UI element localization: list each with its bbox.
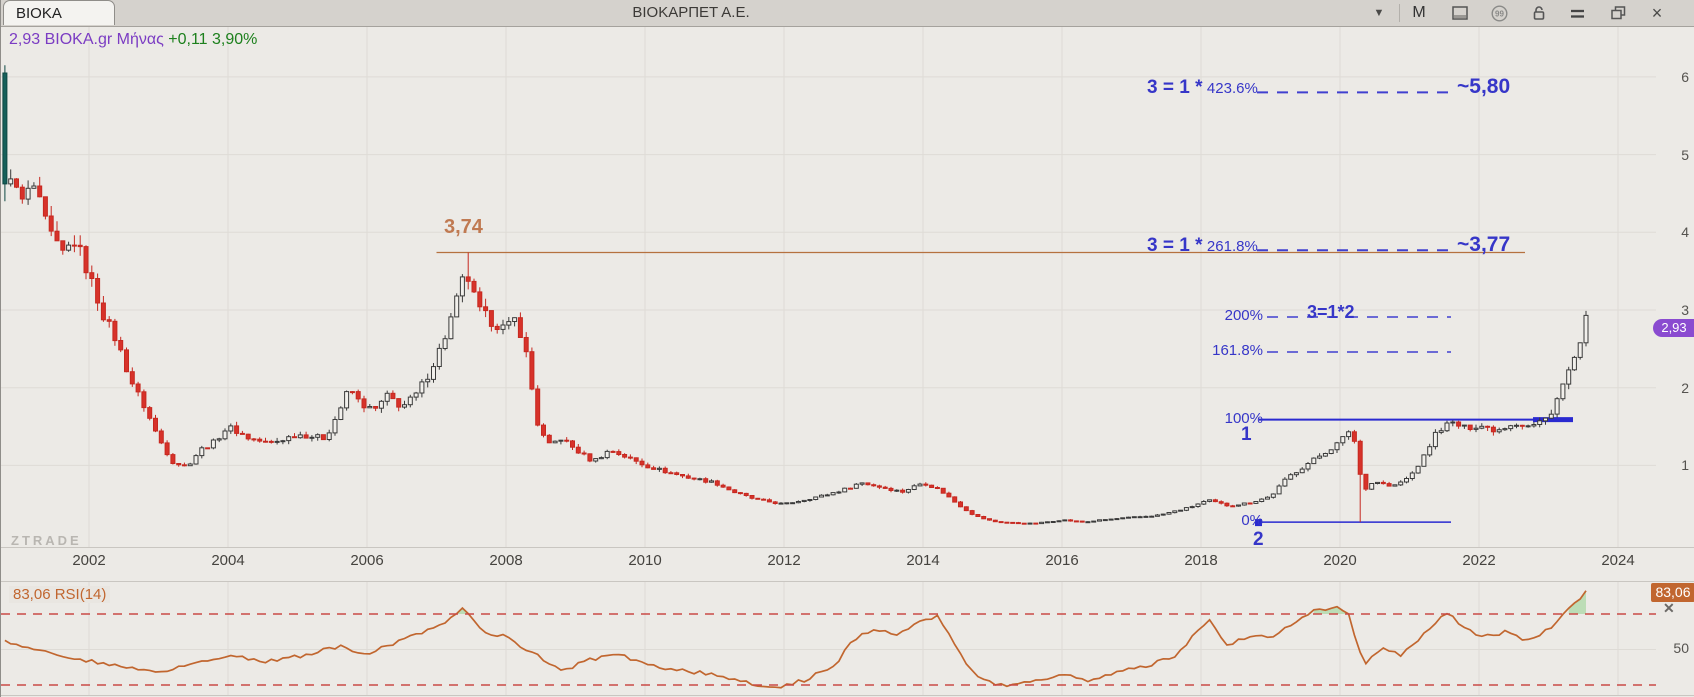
high-price-label[interactable]: 3,74 xyxy=(444,216,483,239)
candlesticks xyxy=(3,65,1588,524)
quote-icon[interactable]: 99 xyxy=(1489,0,1509,26)
last-price-badge: 2,93 xyxy=(1653,319,1694,337)
fib-level-0[interactable]: 0% xyxy=(1193,512,1263,529)
ztrade-watermark: ZTRADE xyxy=(11,533,82,548)
fib-extension-423[interactable]: 3 = 1 * 423.6% xyxy=(1147,77,1258,99)
close-icon[interactable]: × xyxy=(1647,0,1667,26)
restore-window-icon[interactable] xyxy=(1608,0,1628,26)
chart-legend: 2,93 BIOKA.gr Μήνας +0,11 3,90% xyxy=(9,31,257,49)
toolbar-separator xyxy=(1399,4,1400,22)
window-title: ΒΙΟΚΑΡΠΕΤ Α.Ε. xyxy=(1,0,1381,26)
fib-level-200[interactable]: 200% xyxy=(1193,307,1263,324)
legend-main: 2,93 BIOKA.gr Μήνας xyxy=(9,31,164,48)
app-window: BIOKA ΒΙΟΚΑΡΠΕΤ Α.Ε. ▼ M 99 × 2,93 BIOKA… xyxy=(0,0,1694,697)
legend-change: +0,11 3,90% xyxy=(168,31,257,48)
fib-note-3-1-2[interactable]: 3=1*2 xyxy=(1307,302,1355,323)
rsi-mid-tick: 50 xyxy=(1669,640,1689,656)
rsi-legend[interactable]: 83,06 RSI(14) xyxy=(9,586,110,603)
lines-menu-icon[interactable] xyxy=(1567,0,1587,26)
unlock-icon[interactable] xyxy=(1529,0,1549,26)
fib-target-580[interactable]: ~5,80 xyxy=(1457,75,1510,99)
wave-marker-1[interactable]: 1 xyxy=(1241,424,1252,446)
fib-level-100[interactable]: 100% xyxy=(1193,410,1263,427)
price-chart[interactable] xyxy=(1,0,1694,697)
fib-target-377[interactable]: ~3,77 xyxy=(1457,233,1510,257)
svg-text:99: 99 xyxy=(1495,9,1504,18)
rsi-line xyxy=(5,591,1586,688)
fib-level-161[interactable]: 161.8% xyxy=(1193,342,1263,359)
chevron-down-icon[interactable]: ▼ xyxy=(1369,0,1389,26)
fib-extension-261[interactable]: 3 = 1 * 261.8% xyxy=(1147,235,1258,257)
rsi-close-icon[interactable]: ✕ xyxy=(1663,600,1675,617)
wave-marker-2[interactable]: 2 xyxy=(1253,529,1264,551)
title-bar: BIOKA ΒΙΟΚΑΡΠΕΤ Α.Ε. ▼ M 99 × xyxy=(1,0,1694,27)
layout-icon[interactable] xyxy=(1450,0,1470,26)
timeframe-monthly-button[interactable]: M xyxy=(1409,0,1429,26)
